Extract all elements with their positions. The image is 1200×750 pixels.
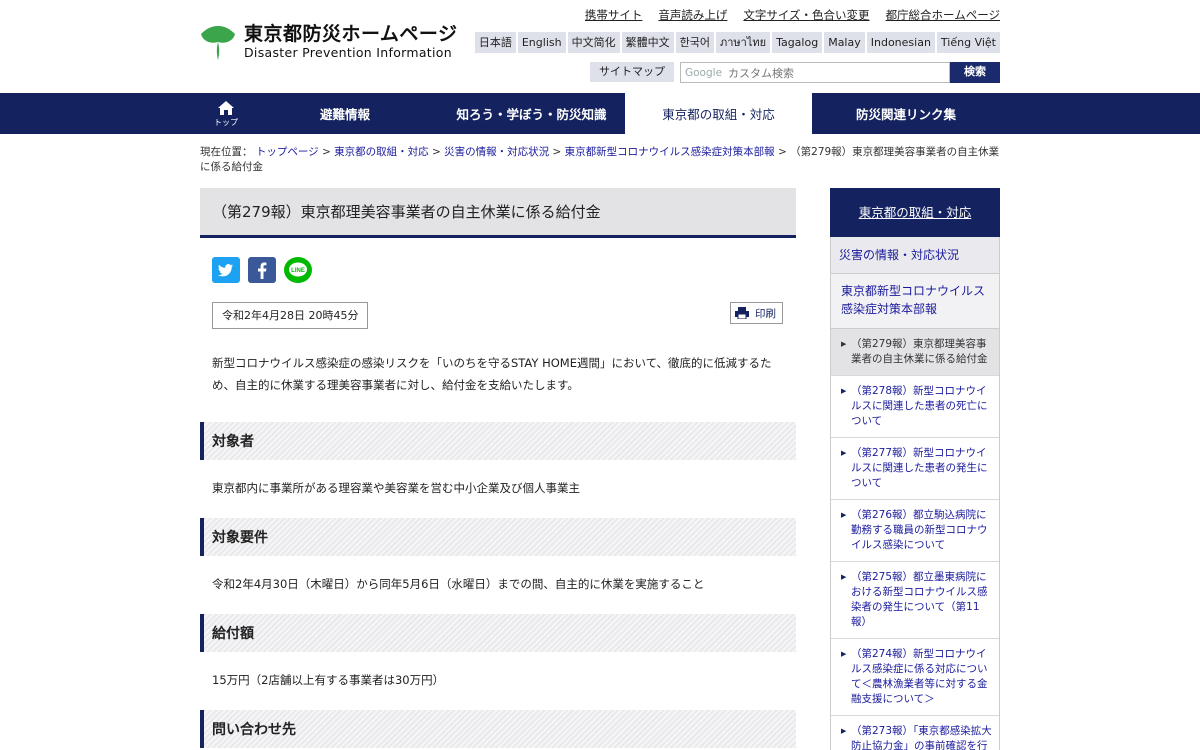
search-button[interactable]: 検索 [950, 62, 1000, 83]
utility-links: 携帯サイト 音声読み上げ 文字サイズ・色合い変更 都庁総合ホームページ [585, 7, 1000, 23]
share-buttons: LINE [212, 257, 796, 283]
list-item: （第276報）都立駒込病院に勤務する職員の新型コロナウイルス感染について [831, 500, 999, 562]
nav-evacuation[interactable]: 避難情報 [252, 93, 438, 134]
metro-government-home-link[interactable]: 都庁総合ホームページ [886, 7, 1000, 23]
section-heading-target: 対象者 [200, 422, 796, 460]
lang-chinese-simplified[interactable]: 中文简化 [567, 32, 620, 53]
breadcrumb-sep: > [431, 146, 441, 158]
side-nav: 東京都の取組・対応 災害の情報・対応状況 東京都新型コロナウイルス感染症対策本部… [830, 188, 1000, 750]
google-label: Google [685, 66, 723, 79]
nav-links[interactable]: 防災関連リンク集 [812, 93, 1000, 134]
side-nav-item-275[interactable]: （第275報）都立墨東病院における新型コロナウイルス感染者の発生について（第11… [851, 571, 988, 628]
side-nav-head[interactable]: 東京都の取組・対応 [830, 188, 1000, 237]
lang-indonesian[interactable]: Indonesian [866, 32, 935, 53]
list-item: （第278報）新型コロナウイルスに関連した患者の死亡について [831, 376, 999, 438]
nav-home[interactable]: トップ [200, 93, 252, 134]
line-share-icon[interactable]: LINE [284, 257, 312, 283]
breadcrumb: 現在位置： トップページ > 東京都の取組・対応 > 災害の情報・対応状況 > … [200, 145, 1000, 175]
side-nav-item-273[interactable]: （第273報）「東京都感染拡大防止協力金」の事前確認を行う専門家に行政書士が加わ… [851, 725, 992, 750]
lead-paragraph: 新型コロナウイルス感染症の感染リスクを「いのちを守るSTAY HOME週間」にお… [212, 356, 772, 392]
side-nav-disaster-info[interactable]: 災害の情報・対応状況 [839, 248, 959, 262]
nav-home-label: トップ [214, 117, 238, 127]
section-heading-contact: 問い合わせ先 [200, 710, 796, 748]
twitter-share-icon[interactable] [212, 257, 240, 283]
side-nav-item-276[interactable]: （第276報）都立駒込病院に勤務する職員の新型コロナウイルス感染について [851, 509, 988, 551]
nav-knowledge[interactable]: 知ろう・学ぼう・防災知識 [438, 93, 625, 134]
breadcrumb-initiatives[interactable]: 東京都の取組・対応 [334, 146, 429, 158]
main-content: （第279報）東京都理美容事業者の自主休業に係る給付金 LINE 令和2年4月2… [200, 188, 796, 748]
lang-korean[interactable]: 한국어 [675, 32, 714, 53]
lang-japanese[interactable]: 日本語 [474, 32, 516, 53]
text-size-color-link[interactable]: 文字サイズ・色合い変更 [743, 7, 869, 23]
search-placeholder: カスタム検索 [728, 66, 795, 80]
search-input[interactable]: Google カスタム検索 [680, 62, 950, 83]
list-item: （第274報）新型コロナウイルス感染症に係る対応について＜農林漁業者等に対する金… [831, 639, 999, 716]
section-body-amount: 15万円（2店舗以上有する事業者は30万円） [212, 673, 445, 687]
lang-vietnamese[interactable]: Tiếng Việt [936, 32, 1000, 53]
list-item: （第273報）「東京都感染拡大防止協力金」の事前確認を行う専門家に行政書士が加わ… [831, 716, 999, 750]
ginkgo-leaf-icon [201, 26, 235, 60]
logo-title: 東京都防災ホームページ [244, 23, 458, 45]
lang-chinese-traditional[interactable]: 繁體中文 [621, 32, 674, 53]
print-label: 印刷 [755, 307, 776, 320]
lang-thai[interactable]: ภาษาไทย [715, 32, 771, 53]
site-logo[interactable]: 東京都防災ホームページ Disaster Prevention Informat… [200, 22, 458, 62]
printer-icon [735, 307, 749, 319]
side-nav-item-current: （第279報）東京都理美容事業者の自主休業に係る給付金 [831, 329, 999, 376]
page-title: （第279報）東京都理美容事業者の自主休業に係る給付金 [212, 203, 601, 221]
global-nav: トップ 避難情報 知ろう・学ぼう・防災知識 東京都の取組・対応 防災関連リンク集 [0, 93, 1200, 134]
logo-subtitle: Disaster Prevention Information [244, 45, 452, 60]
side-nav-list: （第279報）東京都理美容事業者の自主休業に係る給付金 （第278報）新型コロナ… [830, 329, 1000, 750]
breadcrumb-prefix: 現在位置： [200, 146, 253, 158]
lang-malay[interactable]: Malay [824, 32, 865, 53]
breadcrumb-covid-hq[interactable]: 東京都新型コロナウイルス感染症対策本部報 [565, 146, 775, 158]
facebook-share-icon[interactable] [248, 257, 276, 283]
nav-initiatives[interactable]: 東京都の取組・対応 [625, 93, 812, 134]
list-item: （第277報）新型コロナウイルスに関連した患者の発生について [831, 438, 999, 500]
lang-tagalog[interactable]: Tagalog [772, 32, 823, 53]
breadcrumb-sep: > [552, 146, 562, 158]
print-button[interactable]: 印刷 [730, 302, 783, 324]
publish-date: 令和2年4月28日 20時45分 [212, 302, 369, 329]
text-to-speech-link[interactable]: 音声読み上げ [658, 7, 727, 23]
side-nav-covid-hq[interactable]: 東京都新型コロナウイルス感染症対策本部報 [841, 284, 985, 316]
section-body-requirements: 令和2年4月30日（木曜日）から同年5月6日（水曜日）までの間、自主的に休業を実… [212, 577, 705, 591]
section-heading-amount: 給付額 [200, 614, 796, 652]
home-icon [218, 100, 234, 115]
list-item: （第275報）都立墨東病院における新型コロナウイルス感染者の発生について（第11… [831, 562, 999, 639]
language-switcher: 日本語 English 中文简化 繁體中文 한국어 ภาษาไทย Tagalo… [474, 32, 1000, 53]
svg-text:LINE: LINE [291, 268, 305, 274]
side-nav-item-274[interactable]: （第274報）新型コロナウイルス感染症に係る対応について＜農林漁業者等に対する金… [851, 648, 988, 705]
breadcrumb-top[interactable]: トップページ [256, 146, 319, 158]
side-nav-item-278[interactable]: （第278報）新型コロナウイルスに関連した患者の死亡について [851, 385, 988, 427]
section-body-target: 東京都内に事業所がある理容業や美容業を営む中小企業及び個人事業主 [212, 481, 580, 495]
lang-english[interactable]: English [517, 32, 566, 53]
breadcrumb-sep: > [321, 146, 331, 158]
sitemap-button[interactable]: サイトマップ [590, 62, 674, 82]
breadcrumb-sep: > [777, 146, 787, 158]
mobile-site-link[interactable]: 携帯サイト [585, 7, 643, 23]
side-nav-item-277[interactable]: （第277報）新型コロナウイルスに関連した患者の発生について [851, 447, 988, 489]
section-heading-requirements: 対象要件 [200, 518, 796, 556]
breadcrumb-disaster-info[interactable]: 災害の情報・対応状況 [444, 146, 549, 158]
